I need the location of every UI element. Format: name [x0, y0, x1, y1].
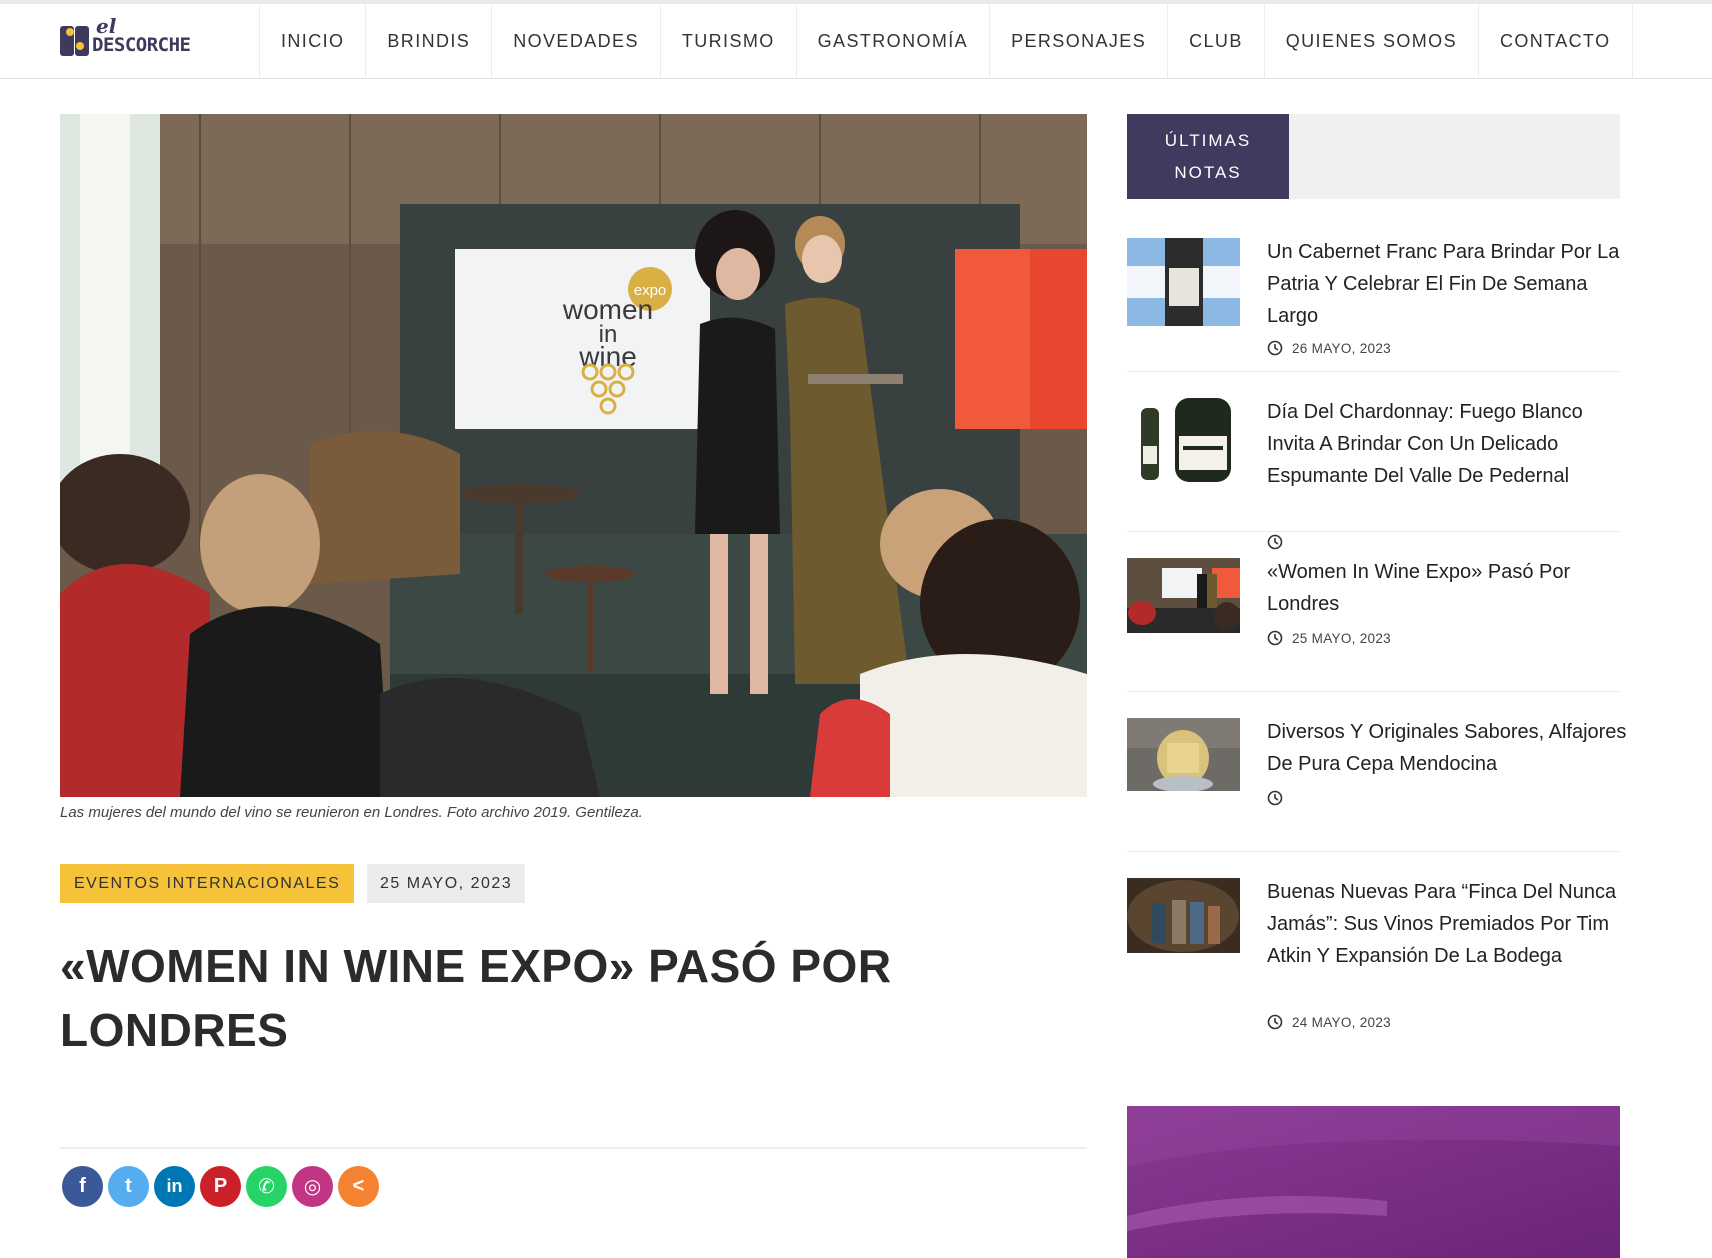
- sidebar-note[interactable]: «Women In Wine Expo» Pasó Por Londres 25…: [1127, 556, 1620, 691]
- note-date-text: 24 MAYO, 2023: [1292, 1014, 1391, 1030]
- nav-quienes-somos[interactable]: QUIENES SOMOS: [1263, 4, 1478, 79]
- pinterest-icon[interactable]: P: [200, 1166, 241, 1207]
- hero-photo-event: expo women in wine: [60, 114, 1087, 797]
- article-title: «WOMEN IN WINE EXPO» PASÓ POR LONDRES: [60, 940, 892, 1056]
- note-date-text: 26 MAYO, 2023: [1292, 340, 1391, 356]
- sidebar-note[interactable]: Buenas Nuevas Para “Finca Del Nunca Jamá…: [1127, 876, 1620, 1046]
- nav-personajes[interactable]: PERSONAJES: [989, 4, 1167, 79]
- note-date: 24 MAYO, 2023: [1267, 1014, 1391, 1030]
- sidebar-note[interactable]: Un Cabernet Franc Para Brindar Por La Pa…: [1127, 236, 1620, 371]
- nav-novedades[interactable]: NOVEDADES: [491, 4, 660, 79]
- sidebar-ad-banner[interactable]: [1127, 1106, 1620, 1258]
- note-divider: [1127, 531, 1620, 532]
- note-date: 26 MAYO, 2023: [1267, 340, 1391, 356]
- note-date: [1267, 790, 1292, 806]
- clock-icon: [1267, 1014, 1283, 1030]
- facebook-icon[interactable]: f: [62, 1166, 103, 1207]
- sidebar-note[interactable]: Día Del Chardonnay: Fuego Blanco Invita …: [1127, 396, 1620, 550]
- note-date-text: 25 MAYO, 2023: [1292, 630, 1391, 646]
- note-title[interactable]: «Women In Wine Expo» Pasó Por Londres: [1267, 556, 1627, 620]
- site-logo[interactable]: el DESCORCHE: [60, 12, 200, 62]
- nav-club[interactable]: CLUB: [1167, 4, 1264, 79]
- tab-label-line2: NOTAS: [1174, 162, 1242, 182]
- clock-icon: [1267, 630, 1283, 646]
- tab-label-line1: ÚLTIMAS: [1164, 130, 1252, 150]
- instagram-icon[interactable]: ◎: [292, 1166, 333, 1207]
- note-title[interactable]: Un Cabernet Franc Para Brindar Por La Pa…: [1267, 236, 1627, 332]
- note-date: 25 MAYO, 2023: [1267, 630, 1391, 646]
- nav-turismo[interactable]: TURISMO: [659, 4, 796, 79]
- note-thumbnail[interactable]: [1127, 238, 1240, 326]
- nav-inicio[interactable]: INICIO: [259, 4, 365, 79]
- category-badge[interactable]: EVENTOS INTERNACIONALES: [60, 864, 355, 903]
- share-bar: f t in P ✆ ◎ <: [62, 1166, 379, 1207]
- site-header: el DESCORCHE INICIO BRINDIS NOVEDADES TU…: [0, 4, 1712, 79]
- logo-mark-icon: [60, 26, 89, 56]
- tab-ultimas-notas[interactable]: ÚLTIMAS NOTAS: [1127, 114, 1289, 199]
- main-nav: INICIO BRINDIS NOVEDADES TURISMO GASTRON…: [259, 4, 1633, 79]
- nav-contacto[interactable]: CONTACTO: [1477, 4, 1633, 79]
- note-thumbnail[interactable]: [1127, 396, 1240, 484]
- article-date-badge: 25 MAYO, 2023: [367, 864, 526, 903]
- note-divider: [1127, 371, 1620, 372]
- note-divider: [1127, 851, 1620, 852]
- note-date: [1267, 534, 1292, 550]
- clock-icon: [1267, 790, 1283, 806]
- note-title[interactable]: Buenas Nuevas Para “Finca Del Nunca Jamá…: [1267, 876, 1627, 972]
- note-title[interactable]: Diversos Y Originales Sabores, Alfajores…: [1267, 716, 1627, 780]
- share-divider: [60, 1147, 1087, 1149]
- more-share-icon[interactable]: <: [338, 1166, 379, 1207]
- hero-caption: Las mujeres del mundo del vino se reunie…: [60, 804, 643, 821]
- note-divider: [1127, 691, 1620, 692]
- note-thumbnail[interactable]: [1127, 558, 1240, 633]
- note-thumbnail[interactable]: [1127, 878, 1240, 953]
- twitter-icon[interactable]: t: [108, 1166, 149, 1207]
- article-hero-image: expo women in wine: [60, 114, 1087, 797]
- logo-text-descorche: DESCORCHE: [92, 34, 191, 56]
- whatsapp-icon[interactable]: ✆: [246, 1166, 287, 1207]
- nav-gastronomia[interactable]: GASTRONOMÍA: [795, 4, 989, 79]
- note-title[interactable]: Día Del Chardonnay: Fuego Blanco Invita …: [1267, 396, 1627, 492]
- nav-brindis[interactable]: BRINDIS: [365, 4, 491, 79]
- clock-icon: [1267, 534, 1283, 550]
- sidebar-note[interactable]: Diversos Y Originales Sabores, Alfajores…: [1127, 716, 1626, 851]
- linkedin-icon[interactable]: in: [154, 1166, 195, 1207]
- clock-icon: [1267, 340, 1283, 356]
- note-thumbnail[interactable]: [1127, 718, 1240, 791]
